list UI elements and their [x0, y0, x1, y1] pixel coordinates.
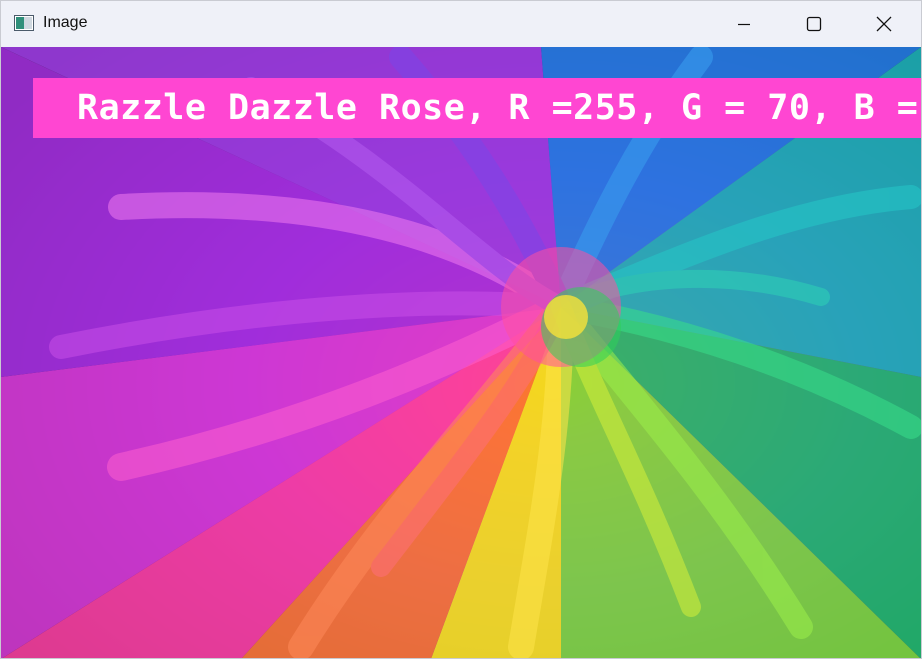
title-bar[interactable]: Image	[1, 1, 921, 47]
close-button[interactable]	[861, 1, 907, 47]
maximize-icon	[806, 16, 822, 32]
maximize-button[interactable]	[791, 1, 837, 47]
app-icon	[14, 15, 34, 31]
flower-photo	[1, 47, 921, 658]
window-title: Image	[43, 14, 88, 31]
image-canvas: Razzle Dazzle Rose, R =255, G = 70, B =	[1, 47, 921, 658]
minimize-button[interactable]	[721, 1, 767, 47]
color-label-text: Razzle Dazzle Rose, R =255, G = 70, B =	[77, 88, 919, 128]
close-icon	[876, 16, 892, 32]
color-label-banner: Razzle Dazzle Rose, R =255, G = 70, B =	[33, 78, 921, 138]
minimize-icon	[738, 23, 750, 26]
image-window: Image Razzle Dazzle Rose, R =255, G = 70…	[0, 0, 922, 659]
